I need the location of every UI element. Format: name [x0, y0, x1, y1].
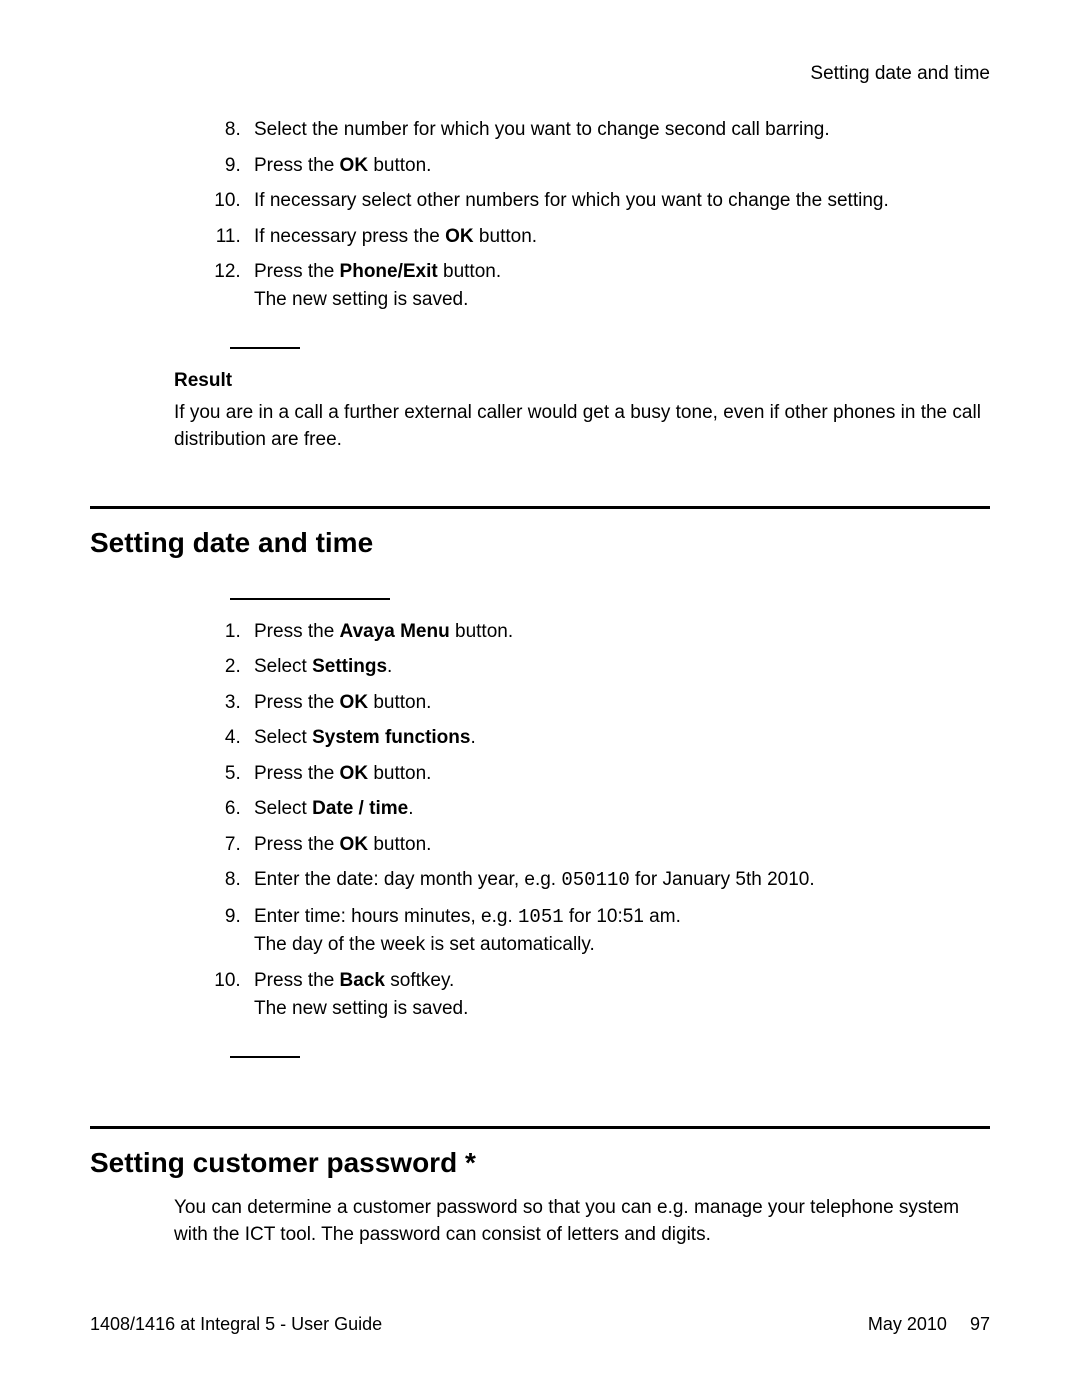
- customer-password-intro: You can determine a customer password so…: [174, 1194, 990, 1249]
- divider-short: [230, 347, 300, 349]
- date-time-steps-list: Press the Avaya Menu button. Select Setti…: [230, 618, 990, 1023]
- step-item: Press the Phone/Exit button.The new sett…: [246, 258, 990, 313]
- step-item: Enter the date: day month year, e.g. 050…: [246, 866, 990, 895]
- step-item: Press the Avaya Menu button.: [246, 618, 990, 646]
- continued-steps-list: Select the number for which you want to …: [230, 116, 990, 313]
- section-divider: [90, 1126, 990, 1129]
- step-item: Press the OK button.: [246, 760, 990, 788]
- page-footer: 1408/1416 at Integral 5 - User Guide May…: [90, 1311, 990, 1337]
- footer-date: May 2010: [868, 1314, 947, 1334]
- step-item: Select System functions.: [246, 724, 990, 752]
- step-item: If necessary press the OK button.: [246, 223, 990, 251]
- divider-short: [230, 598, 390, 600]
- section-title-date-time: Setting date and time: [90, 523, 990, 564]
- section-divider: [90, 506, 990, 509]
- section-title-customer-password: Setting customer password *: [90, 1143, 990, 1184]
- step-item: Select Settings.: [246, 653, 990, 681]
- step-item: Select the number for which you want to …: [246, 116, 990, 144]
- step-item: Press the Back softkey.The new setting i…: [246, 967, 990, 1022]
- footer-doc-title: 1408/1416 at Integral 5 - User Guide: [90, 1311, 382, 1337]
- running-header: Setting date and time: [810, 60, 990, 88]
- result-heading: Result: [174, 367, 990, 395]
- divider-short: [230, 1056, 300, 1058]
- result-text: If you are in a call a further external …: [174, 399, 990, 454]
- footer-page-number: 97: [970, 1314, 990, 1334]
- step-item: Press the OK button.: [246, 689, 990, 717]
- step-item: Press the OK button.: [246, 831, 990, 859]
- step-item: Enter time: hours minutes, e.g. 1051 for…: [246, 903, 990, 959]
- step-item: Select Date / time.: [246, 795, 990, 823]
- step-item: Press the OK button.: [246, 152, 990, 180]
- step-item: If necessary select other numbers for wh…: [246, 187, 990, 215]
